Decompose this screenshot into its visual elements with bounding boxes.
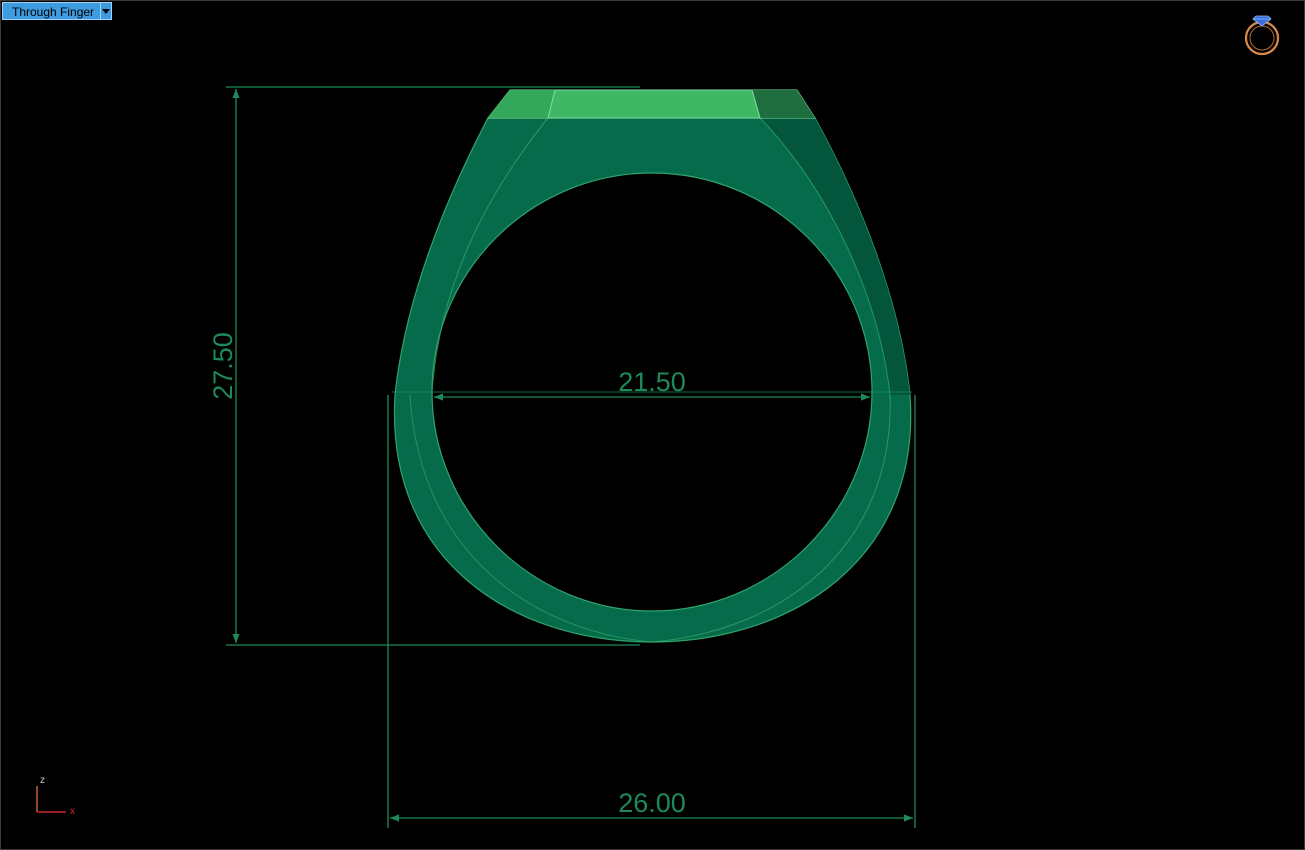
ring-icon[interactable] xyxy=(1244,15,1280,56)
axis-z-label: z xyxy=(40,775,45,786)
height-dimension-label: 27.50 xyxy=(208,332,238,400)
ring-model xyxy=(393,89,912,643)
axis-x-label: x xyxy=(70,806,75,817)
inner-diameter-label: 21.50 xyxy=(618,367,686,397)
ring-drawing: 27.50 21.50 26.00 z x xyxy=(36,15,1280,828)
axis-indicator: z x xyxy=(36,775,75,817)
outer-width-label: 26.00 xyxy=(618,788,686,818)
